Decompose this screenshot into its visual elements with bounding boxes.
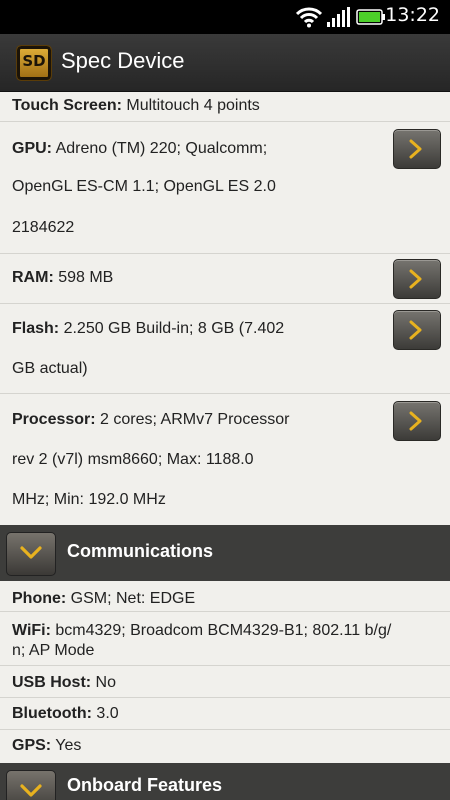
- list-item-ram: RAM: 598 MB: [0, 254, 450, 304]
- processor-details-button[interactable]: [393, 401, 441, 441]
- processor-value-line2: rev 2 (v7l) msm8660; Max: 1188.0: [12, 451, 254, 468]
- gpu-value-line3: 2184622: [12, 219, 75, 236]
- list-item-usb-host: USB Host: No: [0, 666, 450, 698]
- bluetooth-label: Bluetooth:: [12, 705, 92, 722]
- list-item-touch-screen: Touch Screen: Multitouch 4 points: [0, 92, 450, 122]
- wifi-value-line2: n; AP Mode: [12, 642, 95, 659]
- ram-label: RAM:: [12, 269, 54, 286]
- usb-host-label: USB Host:: [12, 674, 92, 691]
- list-item-wifi: WiFi: bcm4329; Broadcom BCM4329-B1; 802.…: [0, 612, 450, 666]
- chevron-right-icon: [409, 139, 422, 159]
- app-logo-icon[interactable]: SD: [16, 45, 52, 81]
- processor-value-line1: 2 cores; ARMv7 Processor: [95, 411, 290, 428]
- gps-value: Yes: [51, 737, 82, 754]
- phone-label: Phone:: [12, 590, 67, 607]
- battery-icon: [356, 9, 385, 25]
- communications-title: Communications: [67, 541, 214, 561]
- action-bar: SD Spec Device: [0, 34, 450, 92]
- processor-label: Processor:: [12, 411, 96, 428]
- processor-value-line3: MHz; Min: 192.0 MHz: [12, 491, 166, 508]
- chevron-right-icon: [409, 320, 422, 340]
- gpu-value-line1: Adreno (TM) 220; Qualcomm;: [52, 140, 268, 157]
- gpu-label: GPU:: [12, 140, 52, 157]
- flash-details-button[interactable]: [393, 310, 441, 350]
- list-item-gpu: GPU: Adreno (TM) 220; Qualcomm; OpenGL E…: [0, 122, 450, 254]
- bluetooth-value: 3.0: [91, 705, 119, 722]
- status-time: 13:22: [385, 4, 440, 26]
- list-item-phone: Phone: GSM; Net: EDGE: [0, 582, 450, 612]
- section-header-communications[interactable]: Communications: [0, 525, 450, 581]
- ram-details-button[interactable]: [393, 259, 441, 299]
- app-title: Spec Device: [61, 48, 185, 73]
- chevron-right-icon: [409, 269, 422, 289]
- chevron-right-icon: [409, 411, 422, 431]
- list-item-processor: Processor: 2 cores; ARMv7 Processor rev …: [0, 394, 450, 525]
- usb-host-value: No: [91, 674, 117, 691]
- section-header-onboard-features[interactable]: Onboard Features: [0, 763, 450, 800]
- wifi-value-line1: bcm4329; Broadcom BCM4329-B1; 802.11 b/g…: [50, 622, 392, 639]
- chevron-down-icon: [20, 546, 42, 559]
- chevron-down-icon: [20, 784, 42, 797]
- communications-toggle-button[interactable]: [6, 532, 56, 576]
- list-item-flash: Flash: 2.250 GB Build-in; 8 GB (7.402 GB…: [0, 304, 450, 394]
- list-item-bluetooth: Bluetooth: 3.0: [0, 698, 450, 730]
- phone-value: GSM; Net: EDGE: [66, 590, 196, 607]
- ram-value: 598 MB: [53, 269, 114, 286]
- status-bar: 13:22: [0, 0, 450, 34]
- gpu-value-line2: OpenGL ES-CM 1.1; OpenGL ES 2.0: [12, 178, 276, 195]
- gpu-details-button[interactable]: [393, 129, 441, 169]
- gps-label: GPS:: [12, 737, 52, 754]
- onboard-features-title: Onboard Features: [67, 775, 223, 795]
- touch-screen-value: Multitouch 4 points: [121, 97, 260, 114]
- wifi-icon: [296, 7, 322, 28]
- touch-screen-label: Touch Screen:: [12, 97, 122, 114]
- list-item-gps: GPS: Yes: [0, 730, 450, 762]
- flash-label: Flash:: [12, 320, 60, 337]
- signal-icon: [327, 7, 350, 27]
- wifi-label: WiFi:: [12, 622, 51, 639]
- flash-value-line1: 2.250 GB Build-in; 8 GB (7.402: [59, 320, 285, 337]
- flash-value-line2: GB actual): [12, 360, 88, 377]
- onboard-features-toggle-button[interactable]: [6, 770, 56, 800]
